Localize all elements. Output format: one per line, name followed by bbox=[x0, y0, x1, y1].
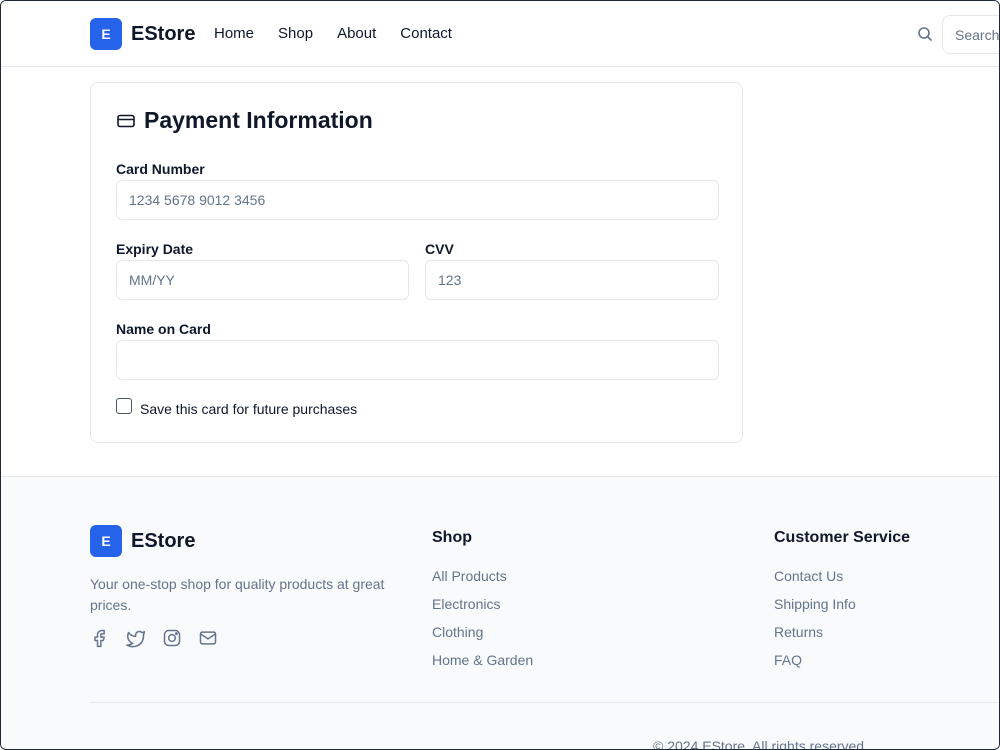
payment-heading: Payment Information bbox=[116, 107, 373, 134]
footer-shop-title: Shop bbox=[432, 529, 472, 546]
nav-shop[interactable]: Shop bbox=[278, 25, 313, 42]
main-nav: Home Shop About Contact bbox=[214, 25, 452, 42]
footer-shop-column: Shop All Products Electronics Clothing H… bbox=[432, 529, 533, 679]
footer-link-returns[interactable]: Returns bbox=[774, 623, 910, 641]
footer-service-title: Customer Service bbox=[774, 529, 911, 546]
save-card-checkbox[interactable] bbox=[116, 398, 132, 414]
search-icon[interactable] bbox=[917, 26, 933, 42]
name-on-card-label: Name on Card bbox=[116, 321, 211, 337]
twitter-icon[interactable] bbox=[126, 628, 146, 648]
cvv-label: CVV bbox=[425, 241, 454, 257]
brand-name: EStore bbox=[131, 22, 196, 45]
mail-icon[interactable] bbox=[198, 628, 218, 648]
footer-link-faq[interactable]: FAQ bbox=[774, 651, 910, 669]
instagram-icon[interactable] bbox=[162, 628, 182, 648]
credit-card-icon bbox=[117, 114, 135, 127]
footer-link-home-garden[interactable]: Home & Garden bbox=[432, 651, 533, 669]
search-input[interactable] bbox=[942, 15, 999, 54]
site-footer: E EStore Your one-stop shop for quality … bbox=[1, 476, 999, 750]
expiry-input[interactable] bbox=[116, 260, 409, 300]
footer-link-shipping-info[interactable]: Shipping Info bbox=[774, 595, 910, 613]
footer-link-contact-us[interactable]: Contact Us bbox=[774, 567, 910, 585]
footer-logo-badge: E bbox=[90, 525, 122, 557]
footer-link-all-products[interactable]: All Products bbox=[432, 567, 533, 585]
brand-logo[interactable]: E EStore bbox=[90, 18, 195, 50]
nav-home[interactable]: Home bbox=[214, 25, 254, 42]
card-number-label: Card Number bbox=[116, 161, 205, 177]
social-links bbox=[90, 628, 218, 648]
footer-brand-name: EStore bbox=[131, 529, 196, 552]
footer-brand-logo[interactable]: E EStore bbox=[90, 525, 195, 557]
payment-title: Payment Information bbox=[144, 107, 373, 133]
nav-contact[interactable]: Contact bbox=[400, 25, 452, 42]
footer-divider bbox=[90, 702, 999, 703]
cvv-input[interactable] bbox=[425, 260, 719, 300]
footer-service-column: Customer Service Contact Us Shipping Inf… bbox=[774, 529, 910, 679]
facebook-icon[interactable] bbox=[90, 628, 110, 648]
payment-card: Payment Information Card Number Expiry D… bbox=[90, 82, 743, 443]
card-number-input[interactable] bbox=[116, 180, 719, 220]
browser-page: E EStore Home Shop About Contact Payment… bbox=[0, 0, 1000, 750]
footer-link-electronics[interactable]: Electronics bbox=[432, 595, 533, 613]
copyright-text: © 2024 EStore. All rights reserved. bbox=[653, 738, 868, 750]
site-header: E EStore Home Shop About Contact bbox=[1, 1, 999, 67]
name-on-card-input[interactable] bbox=[116, 340, 719, 380]
nav-about[interactable]: About bbox=[337, 25, 376, 42]
logo-badge: E bbox=[90, 18, 122, 50]
footer-tagline: Your one-stop shop for quality products … bbox=[90, 576, 385, 613]
save-card-label[interactable]: Save this card for future purchases bbox=[140, 401, 357, 417]
footer-link-clothing[interactable]: Clothing bbox=[432, 623, 533, 641]
expiry-label: Expiry Date bbox=[116, 241, 194, 257]
